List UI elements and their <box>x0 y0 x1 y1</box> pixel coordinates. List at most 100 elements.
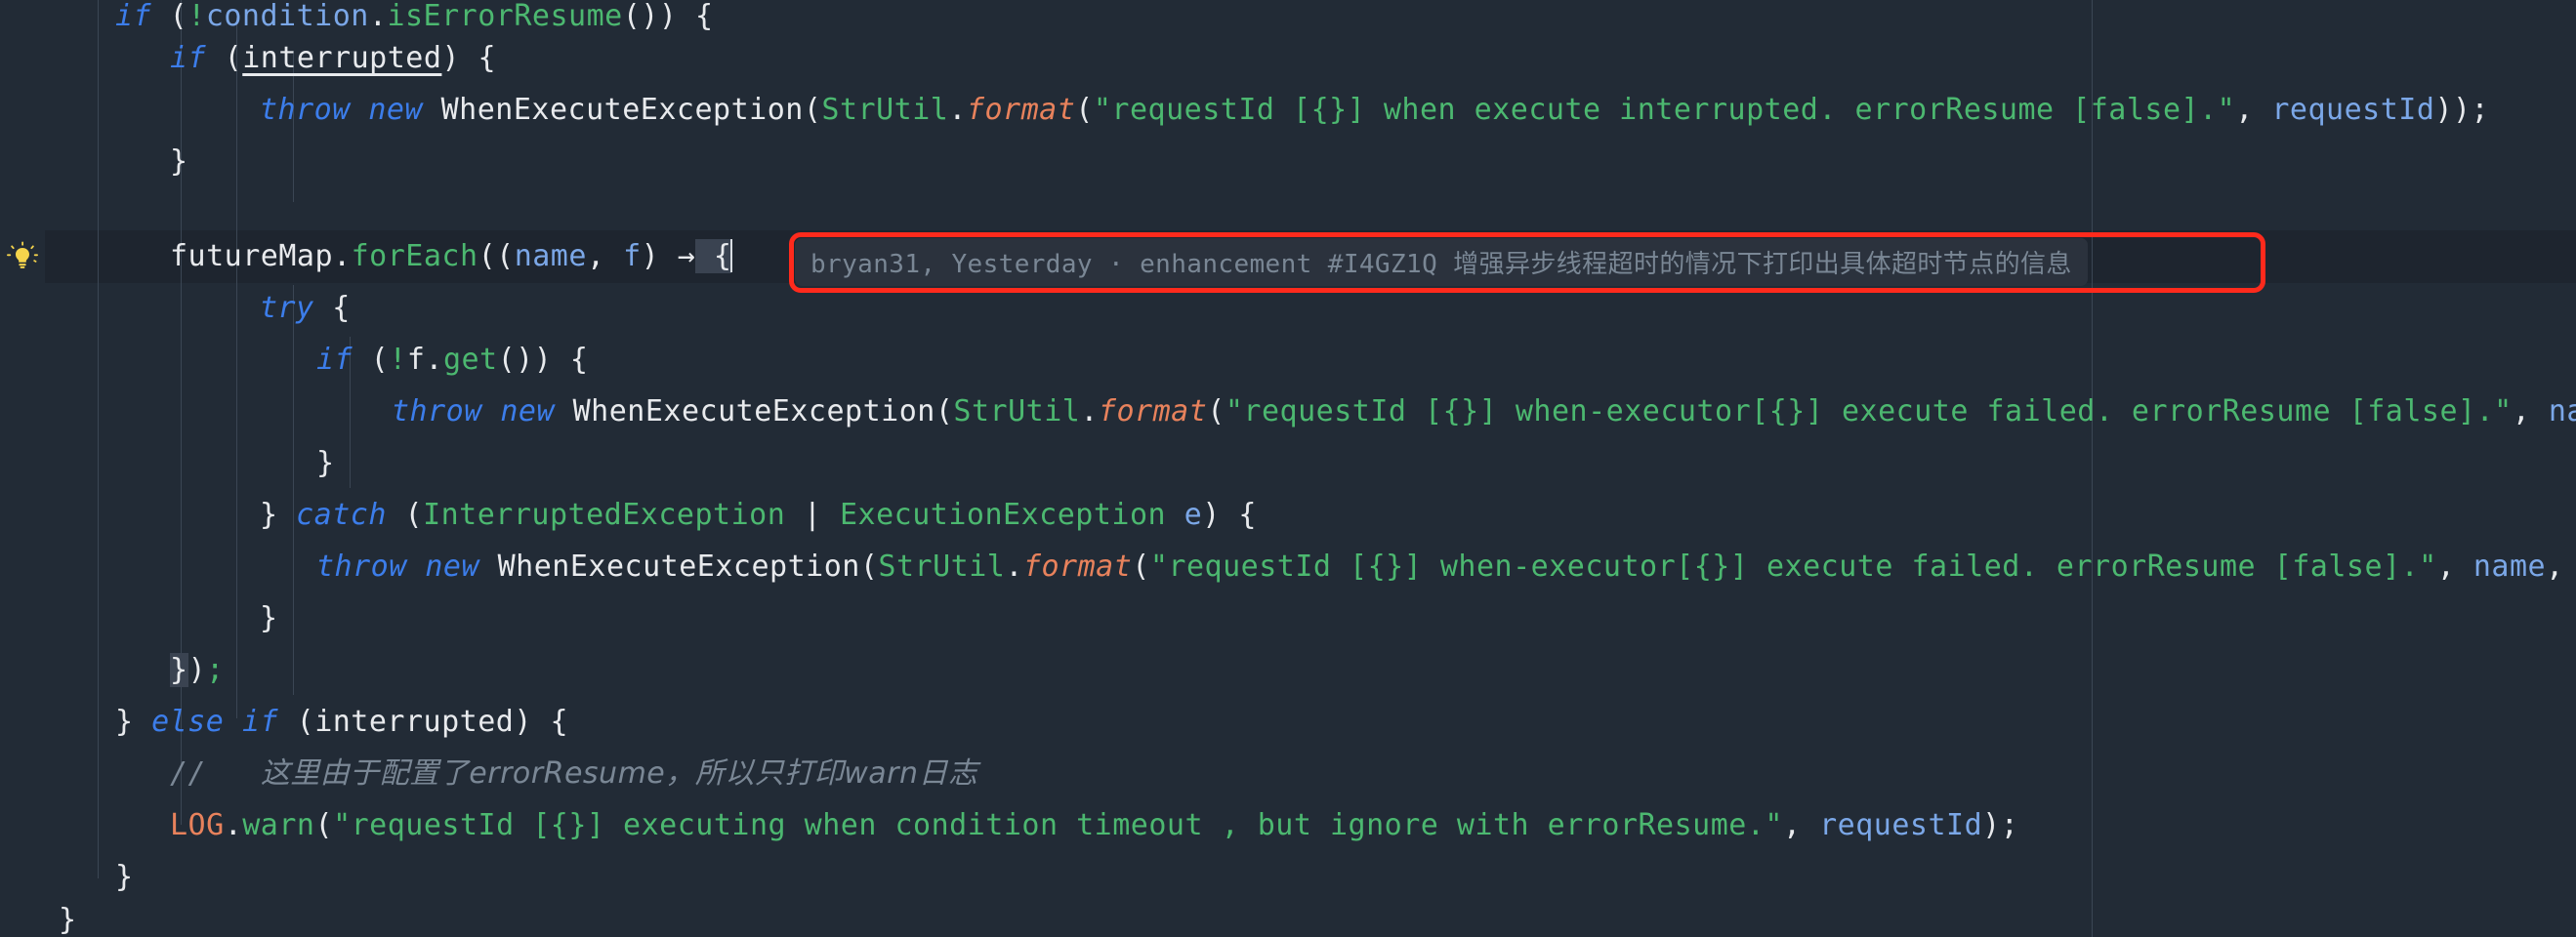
token-identifier-f: f <box>406 343 426 377</box>
token-keyword-new: new <box>368 93 424 127</box>
token-keyword-if: if <box>316 343 353 377</box>
token-param-name: name <box>514 239 587 273</box>
inline-blame-hint[interactable]: bryan31, Yesterday · enhancement #I4GZ1Q… <box>795 238 2088 286</box>
token-keyword-new: new <box>500 394 556 428</box>
code-line-10[interactable]: } <box>0 437 2576 489</box>
token-keyword-throw: throw <box>316 550 407 584</box>
code-line-14[interactable]: }); <box>0 644 2576 696</box>
token-punct: ); <box>1982 808 2019 842</box>
token-class-WhenExecuteException: WhenExecuteException <box>497 550 860 584</box>
code-line-4[interactable]: } <box>0 136 2576 187</box>
token-method-forEach: forEach <box>351 239 478 273</box>
token-class-StrUtil: StrUtil <box>821 93 949 127</box>
code-line-15[interactable]: } else if (interrupted) { <box>0 696 2576 748</box>
code-line-3[interactable]: throw new WhenExecuteException ( StrUtil.f… <box>0 84 2576 136</box>
token-string-literal: "requestId [{}] when-executor[{}] execut… <box>1149 550 2437 584</box>
token-class-StrUtil: StrUtil <box>878 550 1006 584</box>
token-string-literal: "requestId [{}] when execute interrupted… <box>1093 93 2236 127</box>
token-identifier-LOG: LOG <box>170 808 225 842</box>
token-punct: ()) { <box>497 343 589 377</box>
token-identifier-interrupted: interrupted <box>314 705 515 739</box>
token-keyword-throw: throw <box>260 93 351 127</box>
code-line-19[interactable]: } <box>0 894 2576 937</box>
token-punct: ) { <box>441 41 497 75</box>
token-class-StrUtil: StrUtil <box>953 394 1081 428</box>
token-punct: (( <box>478 239 515 273</box>
token-method-format: format <box>1022 550 1133 584</box>
code-editor[interactable]: if (!condition.isErrorResume()) { if (in… <box>0 0 2576 937</box>
token-punct: ( <box>935 394 954 428</box>
token-class-WhenExecuteException: WhenExecuteException <box>440 93 804 127</box>
token-brace-close: } <box>260 601 278 635</box>
token-brace-close: } <box>115 705 152 739</box>
token-punct: , <box>2512 394 2549 428</box>
token-identifier-name: name <box>2472 550 2547 584</box>
token-punct: ( <box>859 550 879 584</box>
token-keyword-try: try <box>260 291 314 325</box>
code-line-17[interactable]: LOG.warn("requestId [{}] executing when … <box>0 799 2576 851</box>
token-dot: . <box>333 239 352 273</box>
token-class-WhenExecuteException: WhenExecuteException <box>572 394 935 428</box>
code-content[interactable]: if (!condition.isErrorResume()) { if (in… <box>0 0 2576 937</box>
text-caret <box>730 239 733 272</box>
token-method-format: format <box>966 93 1076 127</box>
token-string-literal: "requestId [{}] executing when condition… <box>333 808 1783 842</box>
code-line-12[interactable]: throw new WhenExecuteException(StrUtil.f… <box>0 541 2576 592</box>
token-class-ExecutionException: ExecutionException <box>839 498 1167 532</box>
code-line-9[interactable]: throw new WhenExecuteException(StrUtil.f… <box>0 386 2576 437</box>
token-punct: , <box>2546 550 2564 584</box>
token-identifier-futureMap: futureMap <box>170 239 334 273</box>
token-dot: . <box>948 93 967 127</box>
token-keyword-catch: catch <box>296 498 387 532</box>
token-punct: ( <box>278 705 315 739</box>
token-keyword-if: if <box>241 705 279 739</box>
token-keyword-if: if <box>170 41 207 75</box>
code-line-16[interactable]: // 这里由于配置了errorResume，所以只打印warn日志 <box>0 748 2576 799</box>
code-line-13[interactable]: } <box>0 592 2576 644</box>
token-dot: . <box>425 343 443 377</box>
token-keyword-throw: throw <box>392 394 482 428</box>
token-identifier-e: e <box>1184 498 1203 532</box>
token-punct: ( <box>1207 394 1226 428</box>
token-identifier-interrupted: interrupted <box>242 41 442 75</box>
token-brace-open: { <box>313 291 351 325</box>
code-line-11[interactable]: } catch (InterruptedException | Executio… <box>0 489 2576 541</box>
token-semicolon: ; <box>206 653 225 687</box>
token-punct: ( <box>314 808 334 842</box>
token-param-f: f <box>623 239 642 273</box>
token-punct: , <box>2235 93 2272 127</box>
token-method-get: get <box>442 343 498 377</box>
token-brace-close: } <box>316 446 335 480</box>
token-keyword-else: else <box>151 705 225 739</box>
code-line-8[interactable]: if (!f.get()) { <box>0 334 2576 386</box>
token-punct: ( <box>1075 93 1094 127</box>
token-identifier-requestId: requestId <box>1819 808 1983 842</box>
token-brace-close: } <box>170 144 188 179</box>
token-punct: , <box>1782 808 1820 842</box>
token-operator-not: ! <box>187 0 206 33</box>
token-class-InterruptedException: InterruptedException <box>423 498 786 532</box>
token-brace-open: { <box>695 239 732 273</box>
token-lambda-arrow: → <box>677 239 696 273</box>
token-comment-text: 这里由于配置了errorResume，所以只打印warn日志 <box>260 756 978 791</box>
token-brace-close: } <box>260 498 297 532</box>
token-punct: | <box>785 498 840 532</box>
token-dot: . <box>224 808 243 842</box>
code-line-7[interactable]: try { <box>0 282 2576 334</box>
code-line-2[interactable]: if (interrupted) { <box>0 32 2576 84</box>
token-punct: ( <box>1132 550 1150 584</box>
token-identifier-condition: condition <box>205 0 369 33</box>
token-dot: . <box>1080 394 1099 428</box>
token-punct: ) <box>641 239 678 273</box>
token-comment-slashes: // <box>170 756 207 791</box>
token-punct: ( <box>206 41 243 75</box>
token-dot: . <box>368 0 388 33</box>
token-brace-close: } <box>115 860 134 894</box>
token-brace-close-matched: } <box>170 653 188 687</box>
token-operator-not: ! <box>389 343 407 377</box>
token-punct: ) <box>187 653 207 687</box>
token-punct: ) { <box>514 705 569 739</box>
token-punct: , <box>2436 550 2473 584</box>
token-method-format: format <box>1098 394 1208 428</box>
